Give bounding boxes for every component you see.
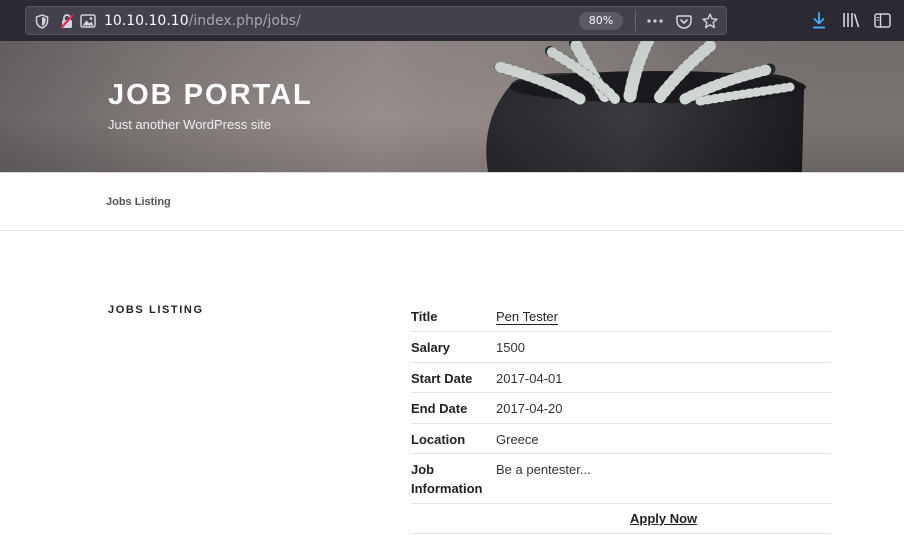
job-label: Salary [411, 340, 451, 355]
job-row-information: Job Information Be a pentester... [411, 454, 831, 504]
url-host: 10.10.10.10 [104, 13, 189, 29]
url-text[interactable]: 10.10.10.10/index.php/jobs/ [104, 13, 301, 29]
job-label: End Date [411, 401, 468, 416]
insecure-lock-icon[interactable] [59, 13, 75, 29]
sidebar-icon[interactable] [873, 11, 891, 29]
more-actions-icon[interactable] [647, 13, 663, 29]
job-details-table: Title Pen Tester Salary 1500 Start Date … [411, 301, 831, 534]
url-path: /index.php/jobs/ [188, 13, 301, 29]
site-title[interactable]: JOB PORTAL [108, 79, 313, 112]
job-row-end-date: End Date 2017-04-20 [411, 393, 831, 424]
site-header: JOB PORTAL Just another WordPress site [0, 41, 904, 172]
job-value: Greece [496, 432, 539, 447]
job-label: Start Date [411, 371, 473, 386]
apply-row: Apply Now [411, 504, 831, 534]
job-row-location: Location Greece [411, 424, 831, 454]
shield-icon[interactable] [34, 13, 50, 29]
url-bar[interactable]: 10.10.10.10/index.php/jobs/ 80% [25, 6, 727, 35]
browser-toolbar: 10.10.10.10/index.php/jobs/ 80% [0, 0, 904, 41]
pocket-icon[interactable] [676, 13, 692, 29]
job-value: 2017-04-01 [496, 371, 563, 386]
apply-now-link[interactable]: Apply Now [630, 511, 697, 526]
page-heading: JOBS LISTING [108, 304, 204, 316]
job-label: Location [411, 432, 466, 447]
job-value: Be a pentester... [496, 462, 591, 477]
job-value: Pen Tester [496, 307, 558, 326]
download-icon[interactable] [810, 11, 828, 29]
site-description: Just another WordPress site [108, 117, 272, 132]
job-label: Title [411, 309, 438, 324]
job-value: 1500 [496, 340, 525, 355]
zoom-level-badge[interactable]: 80% [579, 12, 623, 30]
library-icon[interactable] [842, 11, 860, 29]
image-permission-icon[interactable] [80, 13, 96, 29]
bookmark-star-icon[interactable] [702, 13, 718, 29]
job-label: Job Information [411, 462, 483, 496]
job-value: 2017-04-20 [496, 401, 563, 416]
job-row-salary: Salary 1500 [411, 332, 831, 363]
job-row-title: Title Pen Tester [411, 301, 831, 332]
job-row-start-date: Start Date 2017-04-01 [411, 363, 831, 393]
job-title-link[interactable]: Pen Tester [496, 309, 558, 325]
urlbar-separator [635, 11, 636, 31]
nav-item-jobs-listing[interactable]: Jobs Listing [106, 196, 171, 208]
main-navigation: Jobs Listing [0, 172, 904, 231]
